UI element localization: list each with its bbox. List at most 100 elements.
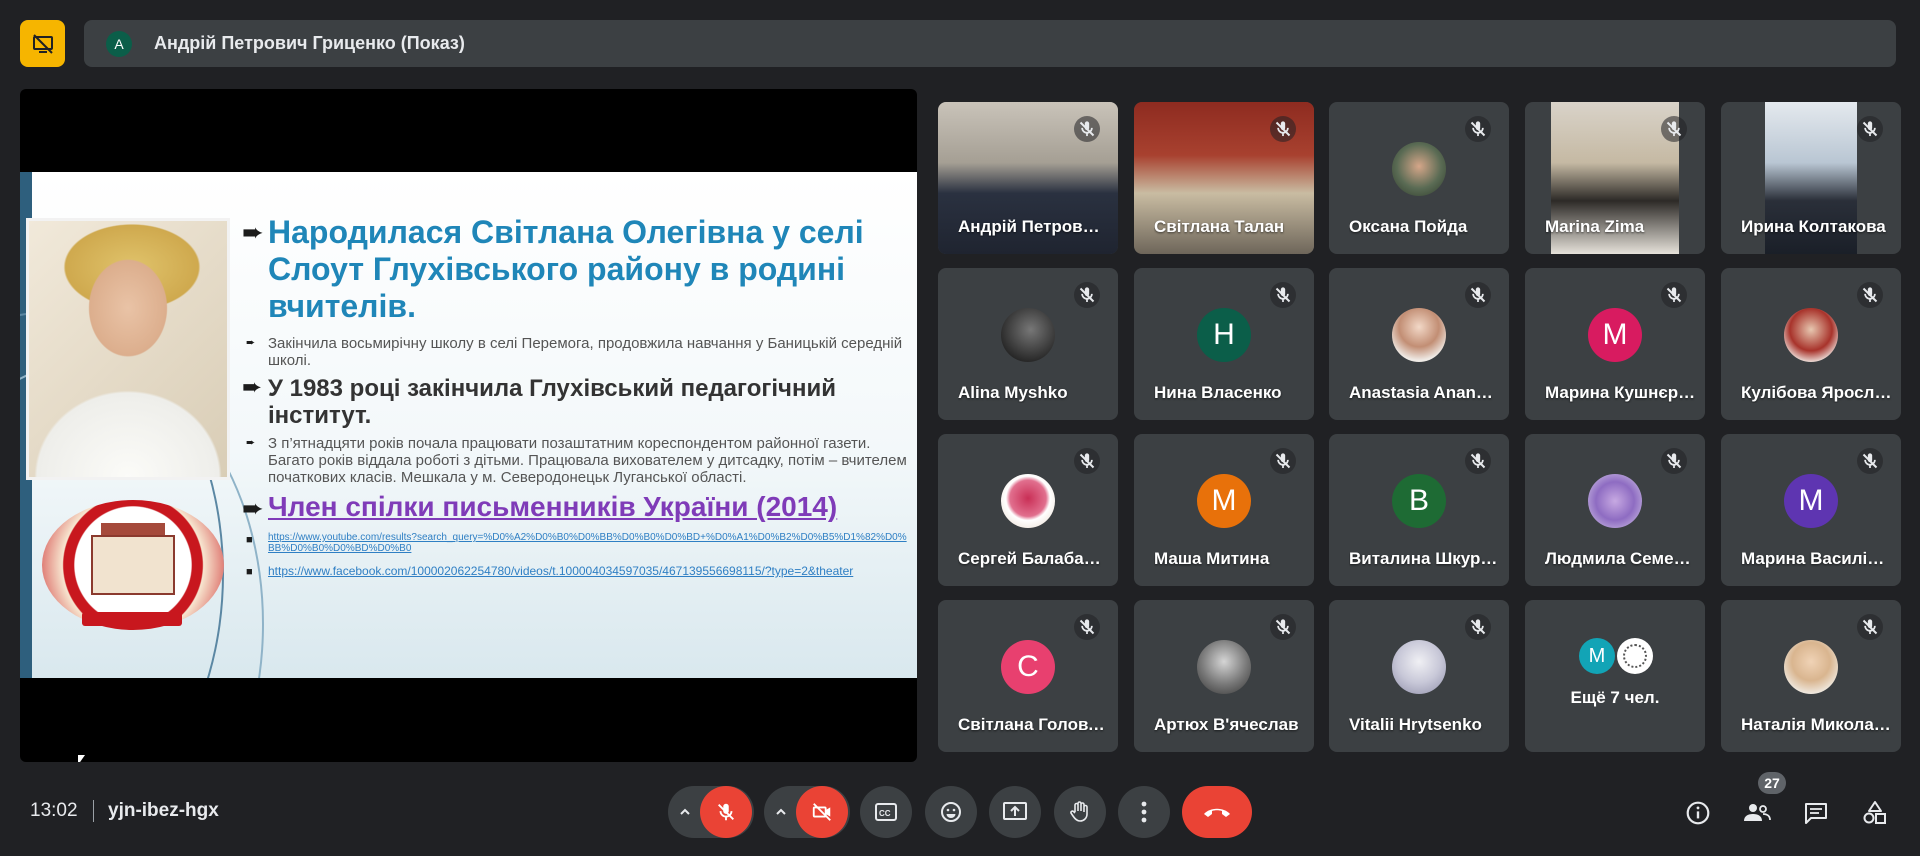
participant-tile[interactable]: Кулібова Ярослава — [1721, 268, 1901, 420]
presentation-slide: ➨ Народилася Світлана Олегівна у селі Сл… — [20, 172, 917, 678]
participant-avatar-photo — [1784, 640, 1838, 694]
participant-avatar-photo — [1392, 142, 1446, 196]
participant-name: Людмила Семенова — [1545, 549, 1697, 568]
meeting-code: yjn-ibez-hgx — [108, 800, 219, 821]
participant-name: Anastasia Ananenko — [1349, 383, 1501, 402]
audio-options-button[interactable] — [668, 805, 702, 819]
present-screen-icon — [1003, 802, 1027, 820]
chevron-up-icon — [776, 808, 786, 815]
reactions-button[interactable] — [925, 786, 977, 838]
raise-hand-button[interactable] — [1054, 786, 1106, 838]
bullet-icon: ■ — [246, 534, 253, 546]
participant-name: Наталія Миколаївна — [1741, 715, 1893, 734]
slide-line: Член спілки письменників України (2014) — [268, 491, 838, 522]
mic-off-icon — [1465, 614, 1491, 640]
participant-name: Marina Zima — [1545, 217, 1645, 236]
bullet-arrow-icon: ➨ — [242, 374, 263, 401]
participant-tile[interactable]: Н Нина Власенко — [1134, 268, 1314, 420]
participant-tile[interactable]: Людмила Семенова — [1525, 434, 1705, 586]
video-options-button[interactable] — [764, 805, 798, 819]
participant-tile[interactable]: М Марина Кушнєрова — [1525, 268, 1705, 420]
participant-tile[interactable]: Marina Zima — [1525, 102, 1705, 254]
mic-off-icon — [1270, 448, 1296, 474]
seal-ribbon — [82, 612, 182, 626]
mic-off-icon — [1074, 614, 1100, 640]
slide-bullet: ■ https://www.facebook.com/1000020622547… — [242, 564, 912, 580]
participant-tile[interactable]: М Маша Митина — [1134, 434, 1314, 586]
participant-name: Виталина Шкурова — [1349, 549, 1501, 568]
participant-avatar-letter: В — [1392, 474, 1446, 528]
bullet-arrow-icon: ➨ — [242, 217, 264, 247]
info-icon — [1686, 801, 1710, 825]
participant-name: Світлана Головченко — [958, 715, 1110, 734]
shapes-icon — [1863, 801, 1886, 824]
mic-off-icon — [1661, 448, 1687, 474]
meeting-details-button[interactable] — [1681, 796, 1715, 830]
participant-tile[interactable]: М Ещё 7 чел. — [1525, 600, 1705, 752]
participant-tile[interactable]: Сергей Балабаненко — [938, 434, 1118, 586]
more-options-button[interactable] — [1118, 786, 1170, 838]
people-count-badge: 27 — [1758, 772, 1786, 794]
participant-name: Alina Myshko — [958, 383, 1068, 402]
captions-button[interactable]: CC — [860, 786, 912, 838]
slide-bullet: ➨ Закінчила восьмирічну школу в селі Пер… — [242, 335, 912, 369]
participant-tile[interactable]: В Виталина Шкурова — [1329, 434, 1509, 586]
participant-avatar-photo — [1617, 638, 1653, 674]
participant-tile[interactable]: Наталія Миколаївна — [1721, 600, 1901, 752]
present-off-icon — [32, 33, 53, 54]
slide-heading: Народилася Світлана Олегівна у селі Слоу… — [268, 214, 864, 324]
people-button[interactable] — [1740, 796, 1774, 830]
shared-screen[interactable]: ➨ Народилася Світлана Олегівна у селі Сл… — [20, 89, 917, 762]
mic-off-icon — [1074, 448, 1100, 474]
slide-bullet: ➨ Член спілки письменників України (2014… — [242, 490, 912, 526]
slide-text: ➨ Народилася Світлана Олегівна у селі Сл… — [242, 214, 912, 580]
hand-icon — [1070, 801, 1088, 822]
activities-button[interactable] — [1858, 796, 1892, 830]
participant-tile[interactable]: Anastasia Ananenko — [1329, 268, 1509, 420]
participant-name: Андрій Петрович Гриценко — [958, 217, 1110, 236]
microphone-toggle-button[interactable] — [700, 786, 752, 838]
participant-avatar-photo — [1001, 474, 1055, 528]
participant-tile[interactable]: Артюх В'ячеслав — [1134, 600, 1314, 752]
participant-tile[interactable]: Оксана Пойда — [1329, 102, 1509, 254]
more-participants-avatars: М — [1579, 638, 1653, 674]
participant-name: Марина Василівна — [1741, 549, 1893, 568]
university-seal-logo — [42, 500, 224, 630]
bullet-arrow-icon: ➨ — [242, 493, 264, 523]
participant-tile[interactable]: С Світлана Головченко — [938, 600, 1118, 752]
participant-avatar-letter: Н — [1197, 308, 1251, 362]
more-vert-icon — [1141, 801, 1147, 823]
participant-avatar-letter: М — [1588, 308, 1642, 362]
participant-name: Світлана Талан — [1154, 217, 1285, 236]
participant-tile[interactable]: Alina Myshko — [938, 268, 1118, 420]
participant-avatar-photo — [1001, 308, 1055, 362]
bullet-arrow-icon: ➨ — [246, 437, 256, 449]
camera-toggle-button[interactable] — [796, 786, 848, 838]
mic-off-icon — [1661, 282, 1687, 308]
participant-name: Vitalii Hrytsenko — [1349, 715, 1482, 734]
presenter-name: Андрій Петрович Гриценко (Показ) — [154, 33, 465, 53]
participant-tile[interactable]: Vitalii Hrytsenko — [1329, 600, 1509, 752]
participant-tile[interactable]: Світлана Талан — [1134, 102, 1314, 254]
slide-link: https://www.facebook.com/100002062254780… — [268, 564, 854, 578]
portrait-photo — [26, 218, 230, 480]
participant-avatar-letter: М — [1197, 474, 1251, 528]
end-call-icon — [1204, 808, 1230, 817]
presenter-avatar: A — [106, 30, 132, 57]
present-now-button[interactable] — [989, 786, 1041, 838]
chat-button[interactable] — [1799, 796, 1833, 830]
mic-off-icon — [1465, 282, 1491, 308]
slide-link: https://www.youtube.com/results?search_q… — [268, 532, 907, 554]
mic-off-icon — [1661, 116, 1687, 142]
presentation-layout-toggle[interactable] — [20, 20, 65, 67]
participant-tile[interactable]: М Марина Василівна — [1721, 434, 1901, 586]
participant-tile[interactable]: Ирина Колтакова — [1721, 102, 1901, 254]
participant-name: Нина Власенко — [1154, 383, 1282, 402]
mic-off-icon — [1465, 448, 1491, 474]
slide-line: З п’ятнадцяти років почала працювати поз… — [268, 435, 907, 486]
participant-tile[interactable]: Андрій Петрович Гриценко — [938, 102, 1118, 254]
presenter-bar[interactable]: A Андрій Петрович Гриценко (Показ) — [84, 20, 1896, 67]
participant-avatar-photo — [1784, 308, 1838, 362]
divider — [93, 800, 94, 822]
leave-call-button[interactable] — [1182, 786, 1252, 838]
